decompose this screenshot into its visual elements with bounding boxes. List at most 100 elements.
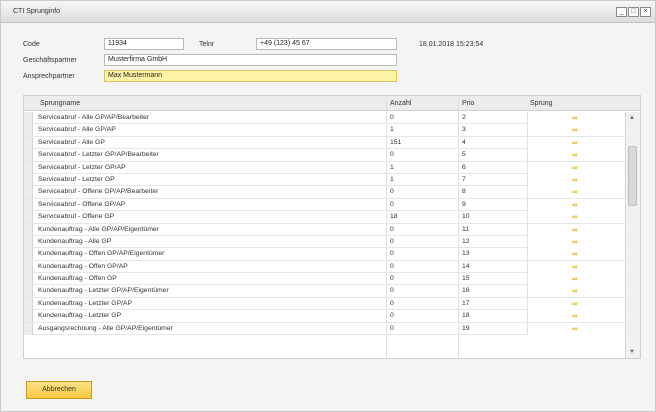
header-anzahl[interactable]: Anzahl <box>390 100 411 107</box>
row-selector[interactable] <box>24 273 33 286</box>
table-row[interactable]: Kundenauftrag - Offen GP/AP/Eigentümer 0 1… <box>24 248 625 261</box>
cell-prio: 18 <box>462 312 470 320</box>
cell-sprungname: Kundenauftrag - Offen GP <box>38 275 117 283</box>
header-sprungname[interactable]: Sprungname <box>40 100 80 107</box>
jump-arrow-icon[interactable]: ⇨ <box>572 250 578 258</box>
row-selector[interactable] <box>24 198 33 211</box>
table-row[interactable]: Serviceabruf - Offene GP/AP 0 9 ⇨ <box>24 198 625 212</box>
row-selector[interactable] <box>24 211 33 224</box>
cancel-button[interactable]: Abbrechen <box>26 381 92 399</box>
cell-sprungname: Serviceabruf - Alle GP <box>38 138 105 146</box>
jump-arrow-icon[interactable]: ⇨ <box>572 176 578 184</box>
cell-sprung[interactable]: ⇨ <box>527 260 624 273</box>
table-row[interactable]: Serviceabruf - Offene GP/AP/Bearbeiter 0 8… <box>24 186 625 199</box>
row-selector[interactable] <box>24 149 33 162</box>
table-row[interactable]: Kundenauftrag - Alle GP/AP/Eigentümer 0 11… <box>24 223 625 236</box>
cell-sprung[interactable]: ⇨ <box>527 149 624 162</box>
close-button[interactable]: × <box>640 7 651 17</box>
cell-sprung[interactable]: ⇨ <box>527 124 624 137</box>
cell-sprungname: Ausgangsrechnung - Alle GP/AP/Eigentümer <box>38 324 173 332</box>
table-row[interactable]: Serviceabruf - Alle GP/AP 1 3 ⇨ <box>24 124 625 137</box>
table-row[interactable]: Kundenauftrag - Offen GP 0 15 ⇨ <box>24 273 625 286</box>
minimize-button[interactable]: _ <box>616 7 627 17</box>
row-selector[interactable] <box>24 310 33 323</box>
jump-arrow-icon[interactable]: ⇨ <box>572 300 578 308</box>
cell-sprung[interactable]: ⇨ <box>527 310 624 323</box>
row-selector[interactable] <box>24 248 33 261</box>
cell-anzahl: 0 <box>390 312 394 320</box>
jump-arrow-icon[interactable]: ⇨ <box>572 312 578 320</box>
table-row[interactable]: Serviceabruf - Alle GP/AP/Bearbeiter 0 2 ⇨ <box>24 112 625 125</box>
table-row[interactable]: Kundenauftrag - Offen GP/AP 0 14 ⇨ <box>24 260 625 274</box>
cell-prio: 11 <box>462 225 470 233</box>
cti-sprunginfo-window: CTI Sprunginfo _ □ × Code 11934 Telnr +4… <box>0 0 656 412</box>
cell-sprung[interactable]: ⇨ <box>527 248 624 261</box>
jump-arrow-icon[interactable]: ⇨ <box>572 275 578 283</box>
row-selector[interactable] <box>24 173 33 186</box>
cell-sprung[interactable]: ⇨ <box>527 223 624 236</box>
cell-sprung[interactable]: ⇨ <box>527 198 624 211</box>
table-row[interactable]: Kundenauftrag - Letzter GP 0 18 ⇨ <box>24 310 625 323</box>
table-row[interactable]: Ausgangsrechnung - Alle GP/AP/Eigentümer… <box>24 322 625 336</box>
gp-field[interactable]: Musterfirma GmbH <box>104 54 397 66</box>
cell-sprung[interactable]: ⇨ <box>527 285 624 298</box>
cell-sprung[interactable]: ⇨ <box>527 211 624 224</box>
row-selector[interactable] <box>24 322 33 335</box>
row-selector[interactable] <box>24 223 33 236</box>
jump-arrow-icon[interactable]: ⇨ <box>572 151 578 159</box>
row-selector[interactable] <box>24 260 33 273</box>
table-row[interactable]: Kundenauftrag - Alle GP 0 12 ⇨ <box>24 235 625 249</box>
tel-field[interactable]: +49 (123) 45 67 <box>256 38 397 50</box>
cell-sprung[interactable]: ⇨ <box>527 297 624 310</box>
row-selector[interactable] <box>24 186 33 199</box>
cell-sprung[interactable]: ⇨ <box>527 161 624 174</box>
cell-prio: 6 <box>462 163 466 171</box>
row-selector[interactable] <box>24 161 33 174</box>
jump-arrow-icon[interactable]: ⇨ <box>572 188 578 196</box>
jump-arrow-icon[interactable]: ⇨ <box>572 201 578 209</box>
jump-arrow-icon[interactable]: ⇨ <box>572 139 578 147</box>
cell-prio: 9 <box>462 200 466 208</box>
cell-sprung[interactable]: ⇨ <box>527 322 624 335</box>
row-selector[interactable] <box>24 297 33 310</box>
ap-field[interactable]: Max Mustermann <box>104 70 397 82</box>
table-row[interactable]: Serviceabruf - Offene GP 18 10 ⇨ <box>24 211 625 224</box>
maximize-button[interactable]: □ <box>628 7 639 17</box>
header-sprung[interactable]: Sprung <box>530 100 553 107</box>
row-selector[interactable] <box>24 285 33 298</box>
row-selector[interactable] <box>24 136 33 149</box>
jump-arrow-icon[interactable]: ⇨ <box>572 238 578 246</box>
cell-sprung[interactable]: ⇨ <box>527 235 624 248</box>
cell-anzahl: 0 <box>390 237 394 245</box>
code-field[interactable]: 11934 <box>104 38 184 50</box>
table-row[interactable]: Serviceabruf - Alle GP 151 4 ⇨ <box>24 136 625 150</box>
cell-sprung[interactable]: ⇨ <box>527 273 624 286</box>
cell-sprung[interactable]: ⇨ <box>527 136 624 149</box>
row-selector[interactable] <box>24 235 33 248</box>
jump-arrow-icon[interactable]: ⇨ <box>572 213 578 221</box>
jump-arrow-icon[interactable]: ⇨ <box>572 325 578 333</box>
table-row[interactable]: Serviceabruf - Letzter GP 1 7 ⇨ <box>24 173 625 187</box>
jump-arrow-icon[interactable]: ⇨ <box>572 164 578 172</box>
cell-anzahl: 0 <box>390 275 394 283</box>
ap-label: Ansprechpartner <box>23 73 75 80</box>
jump-arrow-icon[interactable]: ⇨ <box>572 114 578 122</box>
row-selector[interactable] <box>24 112 33 124</box>
scroll-thumb[interactable] <box>628 146 637 206</box>
cell-sprung[interactable]: ⇨ <box>527 186 624 199</box>
cell-sprung[interactable]: ⇨ <box>527 112 624 124</box>
scroll-down-icon[interactable]: ▼ <box>629 349 635 355</box>
table-row[interactable]: Kundenauftrag - Letzter GP/AP 0 17 ⇨ <box>24 297 625 311</box>
jump-arrow-icon[interactable]: ⇨ <box>572 226 578 234</box>
table-row[interactable]: Kundenauftrag - Letzter GP/AP/Eigentümer… <box>24 285 625 298</box>
header-prio[interactable]: Prio <box>462 100 474 107</box>
jump-arrow-icon[interactable]: ⇨ <box>572 263 578 271</box>
row-selector[interactable] <box>24 124 33 137</box>
table-row[interactable]: Serviceabruf - Letzter GP/AP/Bearbeiter 0… <box>24 149 625 162</box>
jump-arrow-icon[interactable]: ⇨ <box>572 287 578 295</box>
jump-arrow-icon[interactable]: ⇨ <box>572 126 578 134</box>
vertical-scrollbar[interactable]: ▲ ▼ <box>625 112 640 358</box>
table-row[interactable]: Serviceabruf - Letzter GP/AP 1 6 ⇨ <box>24 161 625 174</box>
cell-sprung[interactable]: ⇨ <box>527 173 624 186</box>
scroll-up-icon[interactable]: ▲ <box>629 115 635 121</box>
